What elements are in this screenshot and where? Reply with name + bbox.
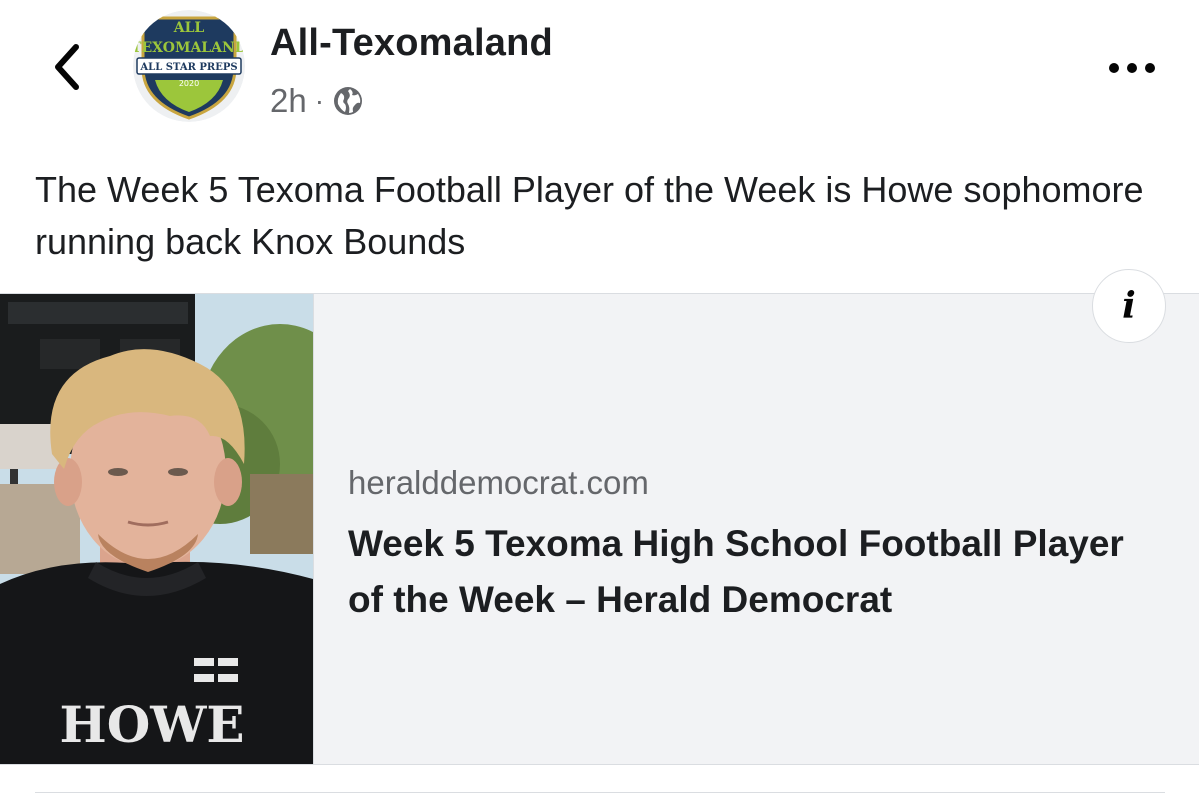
back-button[interactable]	[40, 40, 94, 94]
divider	[35, 792, 1165, 793]
page-name[interactable]: All-Texomaland	[270, 22, 553, 65]
post-meta: 2h ·	[270, 82, 364, 120]
svg-text:2020: 2020	[179, 79, 199, 88]
player-photo: HOWE	[0, 294, 313, 764]
post-timestamp[interactable]: 2h	[270, 82, 307, 120]
info-button[interactable]: i	[1092, 269, 1166, 343]
more-options-button[interactable]	[1102, 48, 1162, 88]
globe-icon[interactable]	[332, 85, 364, 117]
post-text: The Week 5 Texoma Football Player of the…	[35, 169, 1144, 262]
meta-separator: ·	[314, 85, 325, 116]
jersey-text: HOWE	[59, 695, 244, 754]
link-title[interactable]: Week 5 Texoma High School Football Playe…	[348, 516, 1168, 628]
svg-text:ALL: ALL	[173, 20, 205, 36]
chevron-left-icon	[55, 44, 79, 90]
link-info: heralddemocrat.com Week 5 Texoma High Sc…	[348, 464, 1168, 628]
more-horizontal-icon	[1109, 63, 1155, 73]
svg-text:ALL STAR PREPS: ALL STAR PREPS	[139, 62, 237, 73]
page-avatar[interactable]: ALL TEXOMALAND ALL STAR PREPS 2020	[133, 10, 245, 122]
svg-text:TEXOMALAND: TEXOMALAND	[133, 40, 245, 56]
info-icon: i	[1122, 285, 1136, 327]
link-thumbnail: HOWE	[0, 294, 314, 764]
all-texomaland-logo: ALL TEXOMALAND ALL STAR PREPS 2020	[133, 10, 245, 122]
link-domain: heralddemocrat.com	[348, 464, 649, 501]
link-preview-card[interactable]: HOWE i heralddemocrat.com Week 5 Texoma …	[0, 269, 1199, 765]
